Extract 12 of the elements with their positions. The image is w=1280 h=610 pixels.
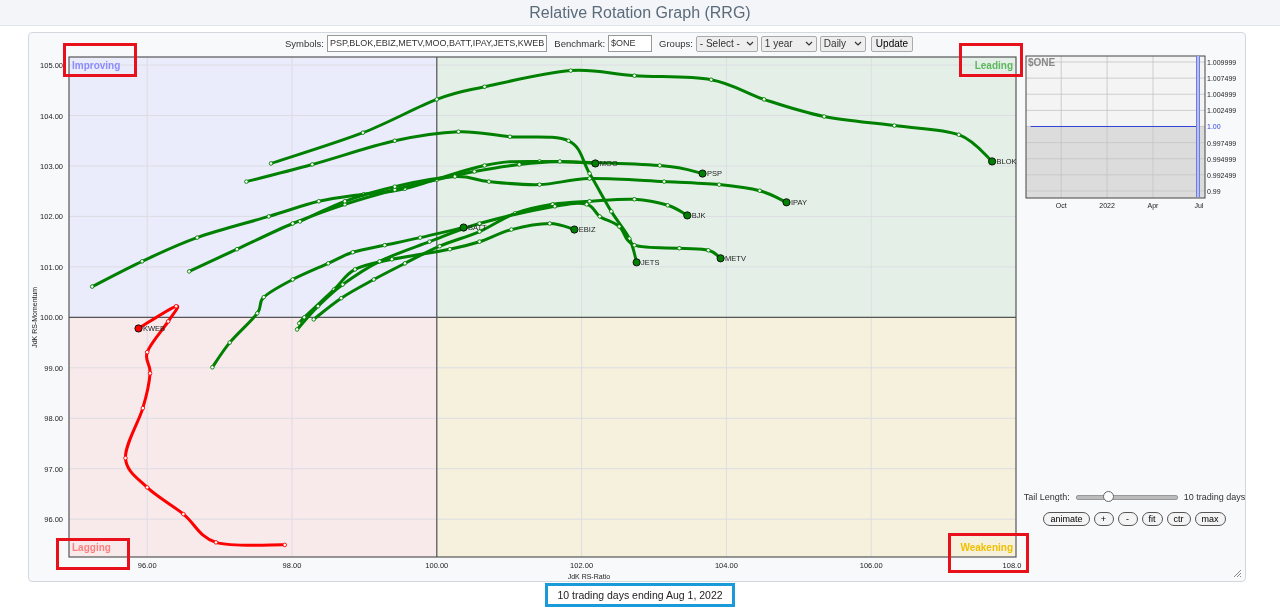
quadrant-label: Lagging (72, 542, 111, 553)
page-title: Relative Rotation Graph (RRG) (529, 4, 751, 21)
quadrant-label: Weakening (960, 542, 1013, 553)
field-label: Benchmark: (554, 38, 606, 49)
field-label: Groups: (659, 38, 693, 49)
quadrant-label: Leading (974, 60, 1013, 71)
field-label: Symbols: (284, 38, 324, 49)
slider-reading: 10 trading days (1183, 492, 1246, 502)
status-text: 10 trading days ending Aug 1, 2022 (557, 589, 723, 601)
slider-label: Tail Length: (1023, 492, 1070, 502)
quadrant-label: Improving (72, 60, 121, 71)
series-name: $ONE (1028, 57, 1056, 68)
